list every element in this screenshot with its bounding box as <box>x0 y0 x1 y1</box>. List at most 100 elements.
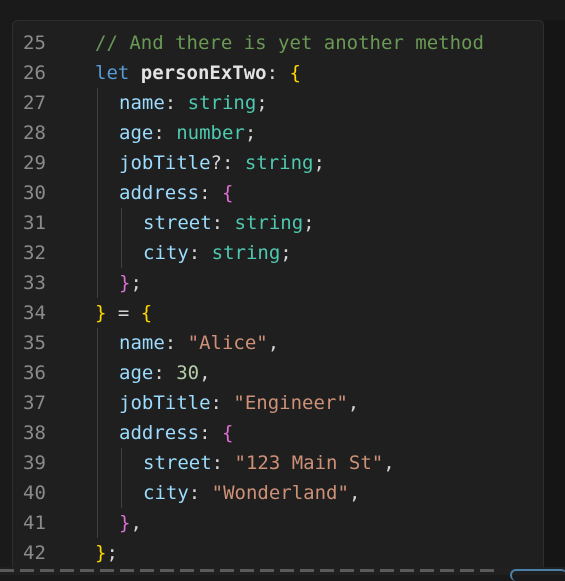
code-token: , <box>383 452 395 474</box>
code-line[interactable]: 31 street: string; <box>13 208 543 238</box>
indent-guide <box>97 118 98 148</box>
code-token: : <box>199 422 222 444</box>
code-token: city <box>143 242 189 264</box>
code-line[interactable]: 39 street: "123 Main St", <box>13 448 543 478</box>
code-token: address <box>119 422 200 444</box>
line-number: 41 <box>23 512 46 534</box>
line-number: 28 <box>23 122 46 144</box>
code-token: name <box>119 92 165 114</box>
code-token: "Alice" <box>187 332 268 354</box>
code-token: jobTitle <box>119 152 211 174</box>
code-token: "123 Main St" <box>234 452 384 474</box>
code-token: } <box>95 302 107 324</box>
code-text: }; <box>95 538 118 568</box>
code-token: let <box>95 62 141 84</box>
code-line[interactable]: 27 name: string; <box>13 88 543 118</box>
indent-guide <box>97 388 98 418</box>
indent-guide <box>97 238 98 268</box>
code-token: } <box>119 512 131 534</box>
code-line[interactable]: 42}; <box>13 538 543 568</box>
indent-guide <box>97 418 98 448</box>
code-token: ; <box>303 212 315 234</box>
code-token: : <box>188 482 212 504</box>
indent-guide <box>121 208 122 238</box>
code-token: } <box>119 272 131 294</box>
code-line[interactable]: 41}, <box>13 508 543 538</box>
code-token: = <box>106 302 141 324</box>
indent-guide <box>97 268 98 298</box>
indent-guide <box>97 208 98 238</box>
line-number: 32 <box>23 242 46 264</box>
code-line[interactable]: 33}; <box>13 268 543 298</box>
indent-guide <box>121 238 122 268</box>
code-line[interactable]: 37 jobTitle: "Engineer", <box>13 388 543 418</box>
indent-guide <box>97 508 98 538</box>
code-line[interactable]: 26 let personExTwo: { <box>13 58 543 88</box>
code-token: age <box>119 122 154 144</box>
code-line[interactable]: 38 address: { <box>13 418 543 448</box>
code-token: : <box>210 392 234 414</box>
code-text: street: "123 Main St", <box>143 448 395 478</box>
code-line[interactable]: 35 name: "Alice", <box>13 328 543 358</box>
vertical-scrollbar[interactable] <box>544 20 565 568</box>
code-line[interactable]: 32 city: string; <box>13 238 543 268</box>
code-token: { <box>221 182 234 204</box>
code-line[interactable]: 40 city: "Wonderland", <box>13 478 543 508</box>
code-token: } <box>95 542 107 564</box>
code-line[interactable]: 36 age: 30, <box>13 358 543 388</box>
code-token: address <box>119 182 200 204</box>
indent-guide <box>97 88 98 118</box>
code-text: // And there is yet another method <box>95 28 484 58</box>
code-token: , <box>267 332 280 354</box>
code-token: "Wonderland" <box>211 482 349 504</box>
code-token: , <box>130 512 142 534</box>
indent-guide <box>121 478 122 508</box>
code-line[interactable]: 25 // And there is yet another method <box>13 28 543 58</box>
code-editor[interactable]: 25 // And there is yet another method 26 le… <box>12 20 544 570</box>
code-token: : <box>211 212 235 234</box>
code-token: 30 <box>176 362 200 384</box>
code-token: : <box>211 452 235 474</box>
code-text: } = { <box>95 298 152 328</box>
code-token: ; <box>130 272 142 294</box>
code-line[interactable]: 34} = { <box>13 298 543 328</box>
line-number: 38 <box>23 422 46 444</box>
code-text: }; <box>119 268 142 298</box>
code-text: let personExTwo: { <box>95 58 301 88</box>
code-token: string <box>244 152 314 174</box>
code-token: : <box>199 182 222 204</box>
indent-guide <box>97 148 98 178</box>
code-text: name: "Alice", <box>119 328 279 358</box>
code-token: : <box>266 62 290 84</box>
line-number: 34 <box>23 302 46 324</box>
code-token: ; <box>106 542 118 564</box>
horizontal-scrollbar[interactable] <box>0 569 500 572</box>
code-line[interactable]: 29 jobTitle?: string; <box>13 148 543 178</box>
line-number: 39 <box>23 452 46 474</box>
code-token: street <box>143 452 212 474</box>
scroll-indicator <box>510 569 565 581</box>
line-number: 29 <box>23 152 46 174</box>
code-token: string <box>187 92 257 114</box>
code-token: personExTwo <box>140 62 267 84</box>
code-token: string <box>211 242 281 264</box>
code-token: ; <box>280 242 292 264</box>
code-line[interactable]: 28 age: number; <box>13 118 543 148</box>
code-text: name: string; <box>119 88 268 118</box>
code-token: , <box>347 392 360 414</box>
indent-guide <box>97 358 98 388</box>
code-token: { <box>140 302 153 324</box>
code-line[interactable]: 30 address: { <box>13 178 543 208</box>
line-number: 25 <box>23 32 46 54</box>
code-text: address: { <box>119 418 233 448</box>
code-token: : <box>188 242 212 264</box>
code-text: city: string; <box>143 238 292 268</box>
code-token: , <box>199 362 211 384</box>
code-token: , <box>348 482 361 504</box>
code-text: }, <box>119 508 142 538</box>
code-token: ?: <box>210 152 245 174</box>
code-token: ; <box>313 152 325 174</box>
code-token: : <box>153 122 177 144</box>
code-token: city <box>143 482 189 504</box>
code-text: address: { <box>119 178 233 208</box>
